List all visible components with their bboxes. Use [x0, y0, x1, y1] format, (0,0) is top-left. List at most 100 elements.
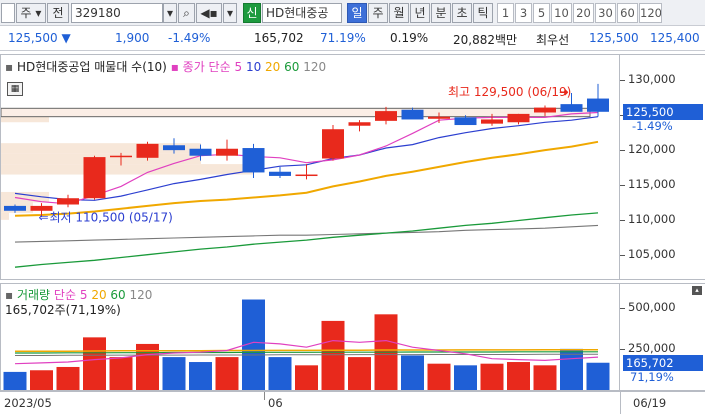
candle-body	[110, 155, 132, 158]
candle-body	[401, 109, 424, 120]
interval-tab-20[interactable]: 20	[573, 3, 594, 23]
candle-body	[136, 143, 159, 158]
volume-bar	[480, 363, 504, 390]
candle-body	[163, 145, 185, 151]
volume-tick-label: 250,000	[628, 340, 676, 355]
volume-bar	[533, 365, 557, 390]
current-price-tag: 125,500	[623, 103, 703, 120]
menu-dropdown[interactable]: 주 ▾	[16, 3, 46, 23]
candle-body	[560, 104, 583, 112]
new-badge[interactable]: 신	[243, 3, 261, 23]
candle-body	[83, 157, 106, 199]
interval-tab-120[interactable]: 120	[639, 3, 662, 23]
axis-separator	[620, 392, 621, 414]
search-icon: ⌕	[183, 6, 190, 20]
volume-bar	[427, 363, 451, 390]
period-tab-6[interactable]: 틱	[473, 3, 493, 23]
ma10-label: 10	[245, 60, 262, 74]
date-mid: 06	[268, 396, 283, 410]
volume-bar	[348, 357, 371, 390]
price-chart-svg: 최고 129,500 (06/19)➜ ⇐ 최저 110,500 (05/17)	[1, 83, 609, 268]
price-pane-title: HD현대중공업 매물대 수(10)	[16, 60, 167, 74]
period-tab-3[interactable]: 년	[410, 3, 430, 23]
ma-label: 종가 단순	[182, 60, 231, 74]
interval-tab-5[interactable]: 5	[533, 3, 550, 23]
volume-bar	[586, 362, 610, 390]
vol-ma-label: 단순	[53, 288, 77, 302]
quote-row: 125,500 ▼ 1,900 -1.49% 165,702 71.19% 0.…	[0, 27, 705, 51]
volume-bar	[189, 362, 212, 390]
volume-bar	[30, 370, 53, 390]
stock-name-field[interactable]: HD현대중공	[262, 3, 342, 23]
candle-body	[587, 98, 609, 112]
price-legend: ▪ HD현대중공업 매물대 수(10) ▪ 종가 단순 5 10 20 60 1…	[5, 58, 326, 75]
table-grid-icon[interactable]: ▦	[7, 82, 23, 96]
period-tab-5[interactable]: 초	[452, 3, 472, 23]
price-tick	[620, 184, 625, 186]
volume-bar	[3, 371, 27, 390]
price-tick-label: 110,000	[628, 211, 676, 226]
price-tick	[620, 80, 625, 82]
chevron-down-icon: ▾	[166, 6, 174, 20]
volume-bar	[83, 337, 106, 390]
interval-tab-10[interactable]: 10	[551, 3, 572, 23]
volume-value: 165,702	[254, 31, 304, 45]
best-bid: 125,400	[650, 31, 700, 45]
volume-bar	[454, 365, 477, 390]
volume-ratio: 71.19%	[320, 31, 366, 45]
price-tick-label: 115,000	[628, 176, 676, 191]
period-tab-2[interactable]: 월	[389, 3, 409, 23]
interval-tab-30[interactable]: 30	[595, 3, 616, 23]
search-button[interactable]: ⌕	[178, 3, 195, 23]
current-volume-tag: 165,702	[623, 354, 703, 371]
volume-bar	[56, 366, 80, 390]
volume-current-info: 165,702주(71,19%)	[5, 303, 121, 317]
prev-button[interactable]: 전	[47, 3, 69, 23]
candle-body	[216, 148, 238, 156]
date-start: 2023/05	[4, 396, 52, 410]
period-tab-0[interactable]: 일	[347, 3, 367, 23]
right-arrow-icon: ➜	[559, 85, 569, 99]
interval-tab-1[interactable]: 1	[497, 3, 514, 23]
date-axis: 2023/05 06 06/19	[0, 391, 705, 414]
vol-ma20-label: 20	[91, 288, 107, 302]
ma5-label: 5	[234, 60, 243, 74]
vol-ma5-label: 5	[79, 288, 88, 302]
date-end: 06/19	[633, 396, 667, 410]
volume-chart-pane[interactable]: ▪ 거래량 단순 5 20 60 120 165,702주(71,19%)	[0, 283, 620, 391]
sound-dropdown-button[interactable]: ▾	[223, 3, 237, 23]
volume-bar	[321, 320, 345, 390]
date-tick	[264, 392, 265, 400]
volume-profile-bar	[1, 212, 9, 220]
volume-bar	[109, 357, 133, 390]
candle-body	[242, 148, 265, 173]
price-chart-pane[interactable]: 최고 129,500 (06/19) ➜ ⇐ 최저 110,500 (05/17) ▪…	[0, 54, 620, 280]
sound-button[interactable]: ◀▪	[196, 3, 222, 23]
period-tab-1[interactable]: 주	[368, 3, 388, 23]
maximize-icon[interactable]: ▴	[692, 286, 702, 295]
volume-tick	[620, 348, 625, 350]
max-price-annotation: 최고 129,500 (06/19)	[448, 85, 571, 99]
best-quote-label: 최우선	[536, 33, 570, 47]
price-tick	[620, 254, 625, 256]
interval-tab-3[interactable]: 3	[515, 3, 532, 23]
price-change-pct: -1.49%	[168, 31, 211, 45]
stock-chart-window: 주 ▾ 전 329180 ▾ ⌕ ◀▪ ▾ 신 HD현대중공 일주월년분초틱13…	[0, 0, 705, 414]
turnover-rate: 0.19%	[390, 31, 429, 45]
volume-tick-label: 500,000	[628, 299, 676, 314]
ma20-label: 20	[265, 60, 281, 74]
stock-code-input[interactable]: 329180	[71, 3, 163, 23]
candle-body	[454, 117, 477, 126]
speaker-icon: ◀▪	[200, 6, 218, 20]
code-dropdown-button[interactable]: ▾	[163, 3, 177, 23]
interval-tab-60[interactable]: 60	[617, 3, 638, 23]
price-tick	[620, 150, 625, 152]
ma60-label: 60	[284, 60, 300, 74]
candle-body	[375, 111, 397, 121]
chevron-down-icon: ▾	[226, 6, 234, 20]
ma120-label: 120	[303, 60, 327, 74]
candle-body	[295, 174, 318, 177]
checkbox[interactable]	[1, 3, 15, 23]
period-tab-4[interactable]: 분	[431, 3, 451, 23]
chevron-down-icon: ▾	[35, 6, 42, 20]
